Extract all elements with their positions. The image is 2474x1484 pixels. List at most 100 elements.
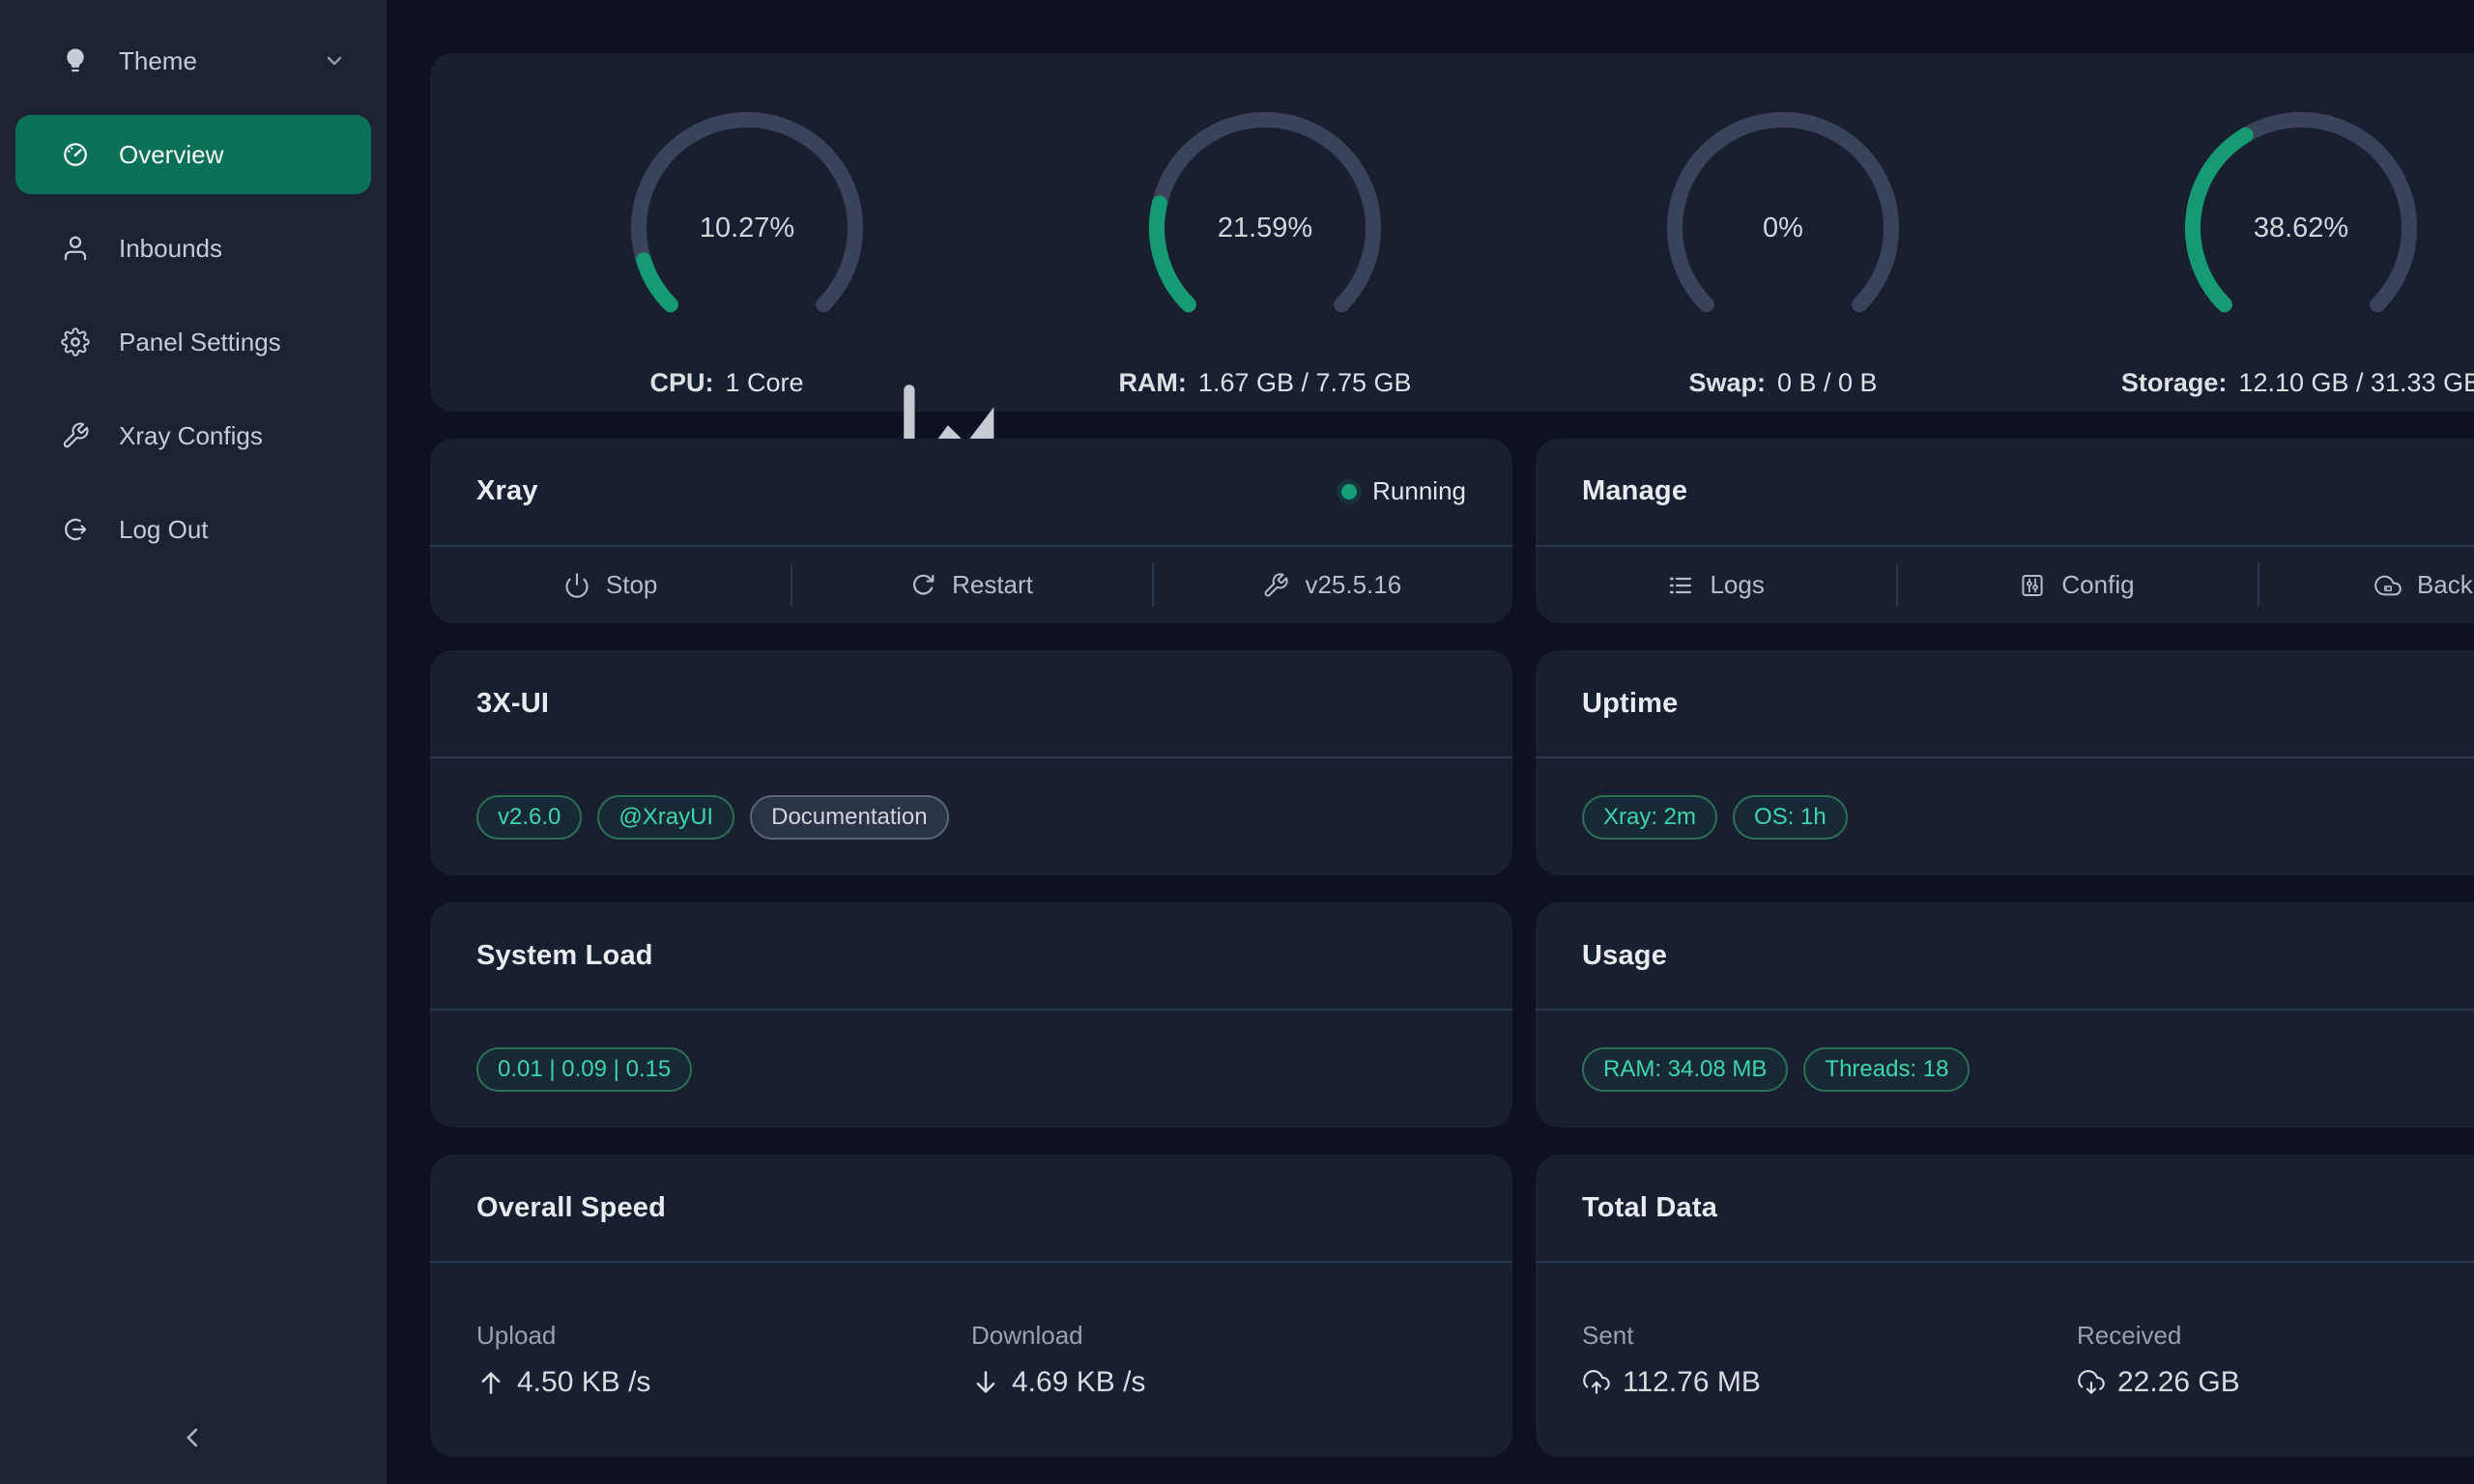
action-button-label: Stop bbox=[606, 570, 658, 600]
system-load-card-header: System Load bbox=[430, 902, 1512, 1011]
xui-tags-row: v2.6.0 @XrayUI Documentation bbox=[430, 758, 1512, 875]
action-button-config[interactable]: Config bbox=[1896, 547, 2257, 623]
usage-card: Usage RAM: 34.08 MB Threads: 18 bbox=[1536, 902, 2474, 1127]
system-load-card: System Load 0.01 | 0.09 | 0.15 bbox=[430, 902, 1512, 1127]
system-load-card-title: System Load bbox=[476, 940, 653, 972]
main-content: 10.27% CPU:1 Core 21.59% RAM:1.67 GB / 7… bbox=[387, 0, 2474, 1484]
xray-card: Xray Running Stop Restart v25.5.16 bbox=[430, 439, 1512, 623]
xray-actions-row: Stop Restart v25.5.16 bbox=[430, 547, 1512, 623]
arrow-up-icon bbox=[476, 1368, 505, 1397]
metric-label: Download bbox=[971, 1321, 1466, 1351]
gauge-label: CPU:1 Core bbox=[649, 368, 844, 398]
metric-label: Upload bbox=[476, 1321, 971, 1351]
metric-sent: Sent 112.76 MB bbox=[1582, 1321, 2077, 1457]
action-button-stop[interactable]: Stop bbox=[430, 547, 791, 623]
action-button-logs[interactable]: Logs bbox=[1536, 547, 1896, 623]
cloud-icon bbox=[2374, 572, 2402, 599]
tag-ram-34-08-mb: RAM: 34.08 MB bbox=[1582, 1047, 1788, 1092]
sidebar-item-inbounds[interactable]: Inbounds bbox=[15, 209, 371, 288]
sidebar-collapse-button[interactable] bbox=[162, 1414, 224, 1461]
gauge-percent: 38.62% bbox=[2171, 98, 2431, 358]
power-icon bbox=[563, 572, 590, 599]
manage-actions-row: Logs Config Backup bbox=[1536, 547, 2474, 623]
usage-tags-row: RAM: 34.08 MB Threads: 18 bbox=[1536, 1011, 2474, 1127]
uptime-card: Uptime Xray: 2mOS: 1h bbox=[1536, 650, 2474, 875]
overall-speed-card-header: Overall Speed bbox=[430, 1155, 1512, 1263]
total-data-card-title: Total Data bbox=[1582, 1192, 1717, 1224]
gauge-ring: 10.27% bbox=[617, 98, 877, 358]
manage-card-title: Manage bbox=[1582, 475, 1687, 507]
metric-value: 112.76 MB bbox=[1582, 1366, 2077, 1399]
wrench-icon bbox=[61, 421, 90, 450]
wrench-icon bbox=[1262, 572, 1289, 599]
metric-value: 22.26 GB bbox=[2077, 1366, 2474, 1399]
metric-upload: Upload 4.50 KB /s bbox=[476, 1321, 971, 1457]
action-button-restart[interactable]: Restart bbox=[791, 547, 1151, 623]
sidebar-item-overview[interactable]: Overview bbox=[15, 115, 371, 194]
sidebar-nav: Overview Inbounds Panel Settings Xray Confi… bbox=[0, 115, 387, 569]
list-icon bbox=[1667, 572, 1694, 599]
uptime-card-header: Uptime bbox=[1536, 650, 2474, 758]
cloud-download-icon bbox=[2077, 1368, 2106, 1397]
sidebar-item-log-out[interactable]: Log Out bbox=[15, 490, 371, 569]
total-data-columns: Sent 112.76 MBReceived 22.26 GB bbox=[1536, 1263, 2474, 1457]
uptime-tags-row: Xray: 2mOS: 1h bbox=[1536, 758, 2474, 875]
total-data-card: Total Data Sent 112.76 MBReceived 22.26 … bbox=[1536, 1155, 2474, 1457]
usage-card-header: Usage bbox=[1536, 902, 2474, 1011]
tag-threads-18: Threads: 18 bbox=[1803, 1047, 1970, 1092]
theme-label: Theme bbox=[119, 46, 197, 76]
gauge-ring: 0% bbox=[1653, 98, 1913, 358]
metric-value: 4.69 KB /s bbox=[971, 1366, 1466, 1399]
gauge-label: Storage:12.10 GB / 31.33 GB bbox=[2121, 368, 2474, 398]
overall-speed-card: Overall Speed Upload 4.50 KB /sDownload … bbox=[430, 1155, 1512, 1457]
sidebar-item-label: Overview bbox=[119, 140, 223, 170]
metric-label: Received bbox=[2077, 1321, 2474, 1351]
sidebar-item-label: Panel Settings bbox=[119, 328, 281, 357]
sidebar-item-label: Inbounds bbox=[119, 234, 222, 264]
metric-download: Download 4.69 KB /s bbox=[971, 1321, 1466, 1457]
action-button-label: v25.5.16 bbox=[1305, 570, 1401, 600]
xui-card: 3X-UI v2.6.0 @XrayUI Documentation bbox=[430, 650, 1512, 875]
user-icon bbox=[61, 234, 90, 263]
action-button-backup[interactable]: Backup bbox=[2258, 547, 2474, 623]
total-data-card-header: Total Data bbox=[1536, 1155, 2474, 1263]
action-button-label: Logs bbox=[1710, 570, 1764, 600]
uptime-card-title: Uptime bbox=[1582, 688, 1679, 720]
manage-card: Manage Logs Config Backup bbox=[1536, 439, 2474, 623]
bulb-icon bbox=[61, 46, 90, 75]
xray-card-title: Xray bbox=[476, 475, 538, 507]
gauge-ring: 38.62% bbox=[2171, 98, 2431, 358]
sidebar-item-xray-configs[interactable]: Xray Configs bbox=[15, 396, 371, 475]
xray-status-badge: Running bbox=[1341, 476, 1466, 506]
action-button-label: Config bbox=[2061, 570, 2134, 600]
usage-card-title: Usage bbox=[1582, 940, 1667, 972]
tag-v2-6-0[interactable]: v2.6.0 bbox=[476, 795, 582, 840]
system-load-tags-row: 0.01 | 0.09 | 0.15 bbox=[430, 1011, 1512, 1127]
gauge-swap: 0% Swap:0 B / 0 B bbox=[1524, 98, 2042, 398]
running-status-dot bbox=[1341, 484, 1357, 499]
sidebar-item-panel-settings[interactable]: Panel Settings bbox=[15, 302, 371, 382]
xray-card-header: Xray Running bbox=[430, 439, 1512, 547]
cloud-upload-icon bbox=[1582, 1368, 1611, 1397]
gauge-ring: 21.59% bbox=[1135, 98, 1395, 358]
tag-xrayui[interactable]: @XrayUI bbox=[597, 795, 734, 840]
chevron-left-icon bbox=[180, 1424, 207, 1451]
gauge-label: Swap:0 B / 0 B bbox=[1688, 368, 1877, 398]
action-button-v25-5-16[interactable]: v25.5.16 bbox=[1152, 547, 1512, 623]
tag-xray-2m: Xray: 2m bbox=[1582, 795, 1717, 840]
manage-card-header: Manage bbox=[1536, 439, 2474, 547]
gauge-percent: 0% bbox=[1653, 98, 1913, 358]
metric-value: 4.50 KB /s bbox=[476, 1366, 971, 1399]
gauge-storage: 38.62% Storage:12.10 GB / 31.33 GB bbox=[2042, 98, 2474, 398]
gauge-percent: 10.27% bbox=[617, 98, 877, 358]
restart-icon bbox=[909, 572, 936, 599]
sidebar-item-theme[interactable]: Theme bbox=[15, 21, 371, 100]
xui-card-title: 3X-UI bbox=[476, 688, 549, 720]
gear-icon bbox=[61, 328, 90, 357]
sidebar: Theme Overview Inbounds Panel Settings Xray… bbox=[0, 0, 387, 1484]
action-button-label: Restart bbox=[952, 570, 1033, 600]
tag-documentation[interactable]: Documentation bbox=[750, 795, 948, 840]
metric-received: Received 22.26 GB bbox=[2077, 1321, 2474, 1457]
cpu-chart-button[interactable] bbox=[816, 369, 845, 398]
gauge-label: RAM:1.67 GB / 7.75 GB bbox=[1118, 368, 1411, 398]
